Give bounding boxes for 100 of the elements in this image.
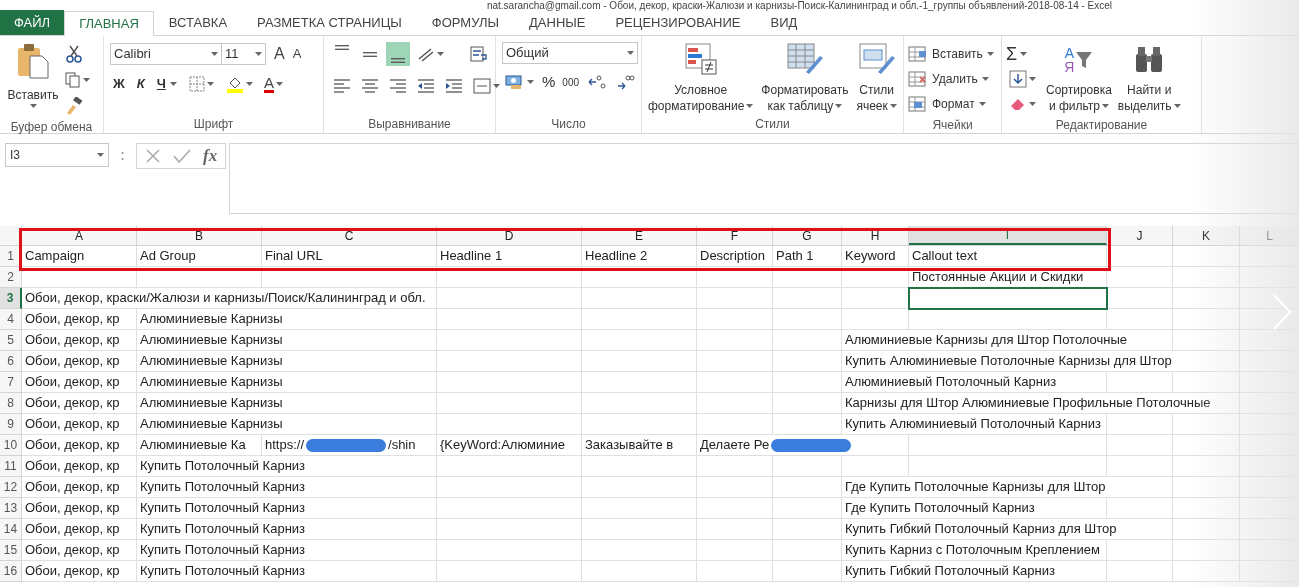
- eraser-icon: [1009, 96, 1027, 112]
- paste-button[interactable]: Вставить: [4, 42, 62, 118]
- caret-icon: [981, 77, 989, 81]
- caret-icon: [746, 104, 754, 108]
- caret-icon: [275, 82, 283, 86]
- thousands-button[interactable]: 000: [560, 74, 582, 90]
- sort-letter: Я: [1064, 60, 1075, 74]
- caret-icon: [97, 153, 104, 157]
- conditional-format-icon: [683, 42, 718, 76]
- group-label: Выравнивание: [368, 115, 451, 133]
- caret-icon: [627, 51, 634, 55]
- group-label: Буфер обмена: [10, 119, 93, 136]
- row-header[interactable]: 3: [0, 288, 22, 309]
- row-header[interactable]: 6: [0, 351, 22, 372]
- group-label: Ячейки: [932, 117, 973, 134]
- group-label: Редактирование: [1055, 117, 1148, 134]
- underline-button[interactable]: Ч: [153, 74, 180, 94]
- cells-icon: [908, 71, 928, 87]
- cell-brush-icon: [857, 42, 896, 76]
- row-header[interactable]: 13: [0, 498, 22, 519]
- column-header[interactable]: B: [137, 226, 262, 245]
- row-header[interactable]: 8: [0, 393, 22, 414]
- selected-cell[interactable]: [908, 287, 1108, 310]
- fill-button[interactable]: [1006, 67, 1039, 91]
- paint-bucket-icon: [225, 75, 244, 93]
- styles-button[interactable]: Условное форматирование: [646, 42, 756, 114]
- row-header[interactable]: 16: [0, 561, 22, 582]
- align-lines-icon: [391, 58, 405, 63]
- insert-function-button[interactable]: fx: [203, 143, 218, 169]
- caret-icon: [1029, 102, 1036, 106]
- cells-icon: [908, 96, 928, 112]
- row-header[interactable]: 11: [0, 456, 22, 477]
- window-title: nat.sarancha@gmail.com - Обои, декор, краски-Жалюзи и карнизы-Поиск-Калининград и обл.-1_группы объявлений-2018-08-14 - Excel: [485, 0, 1113, 11]
- caret-icon: [493, 84, 500, 88]
- vertical-align-button[interactable]: [386, 42, 410, 66]
- caret-icon: [211, 52, 218, 56]
- ribbon-tab[interactable]: ГЛАВНАЯ: [64, 11, 154, 36]
- bold-button[interactable]: Ж: [110, 74, 128, 94]
- row-header[interactable]: 12: [0, 477, 22, 498]
- caret-icon: [245, 82, 253, 86]
- align-lines-icon: [363, 51, 377, 57]
- column-header[interactable]: K: [1173, 226, 1240, 245]
- caret-icon: [1020, 52, 1028, 56]
- percent-button[interactable]: %: [540, 70, 558, 94]
- caret-icon: [1173, 104, 1181, 108]
- caret-icon: [986, 52, 994, 56]
- cells-icon: [908, 46, 928, 62]
- cancel-icon[interactable]: [145, 148, 161, 164]
- cells-menu-button[interactable]: Удалить: [908, 67, 994, 91]
- shrink-font-button[interactable]: A: [290, 44, 304, 64]
- caret-icon: [83, 78, 90, 82]
- caret-icon: [527, 80, 534, 84]
- column-header[interactable]: F: [697, 226, 773, 245]
- editing-button[interactable]: А Я Сортировка и фильтр: [1043, 42, 1115, 116]
- caret-icon: [1102, 104, 1109, 108]
- row-header[interactable]: 1: [0, 246, 22, 267]
- font-color-button[interactable]: A: [261, 75, 285, 93]
- ribbon-tab[interactable]: ФАЙЛ: [0, 10, 65, 35]
- caret-icon: [206, 82, 214, 86]
- clipboard-icon: [16, 42, 50, 80]
- row-header[interactable]: 14: [0, 519, 22, 540]
- column-header[interactable]: A: [22, 226, 137, 245]
- styles-button[interactable]: Стили ячеек: [854, 42, 899, 114]
- font-size-dropdown[interactable]: 11: [222, 43, 266, 65]
- fill-down-icon: [1009, 70, 1027, 88]
- angled-text-icon: [417, 45, 435, 63]
- name-box[interactable]: I3: [5, 143, 109, 167]
- row-header[interactable]: 15: [0, 540, 22, 561]
- ribbon-tab[interactable]: ВИД: [755, 10, 813, 35]
- column-header[interactable]: C: [262, 226, 437, 245]
- merge-icon: [473, 78, 491, 94]
- grow-font-button[interactable]: A: [272, 42, 287, 66]
- row-header[interactable]: 4: [0, 309, 22, 330]
- font-name-dropdown[interactable]: Calibri: [110, 43, 222, 65]
- cells-menu-button[interactable]: Вставить: [908, 42, 994, 66]
- row-header[interactable]: 2: [0, 267, 22, 288]
- autosum-button[interactable]: Σ: [1006, 42, 1039, 66]
- row-header[interactable]: 10: [0, 435, 22, 456]
- column-header[interactable]: E: [582, 226, 697, 245]
- styles-button[interactable]: Форматировать как таблицу: [759, 42, 851, 114]
- number-format-dropdown[interactable]: Общий: [502, 42, 638, 64]
- editing-button[interactable]: Найти и выделить: [1114, 42, 1184, 116]
- cells-menu-button[interactable]: Формат: [908, 92, 994, 116]
- row-header[interactable]: 9: [0, 414, 22, 435]
- row-header[interactable]: 7: [0, 372, 22, 393]
- ribbon-tab[interactable]: РЕЦЕНЗИРОВАНИЕ: [600, 10, 756, 35]
- ribbon-tab[interactable]: ДАННЫЕ: [514, 10, 601, 35]
- align-lines-icon: [335, 45, 349, 50]
- ribbon-tab[interactable]: РАЗМЕТКА СТРАНИЦЫ: [242, 10, 417, 35]
- column-header[interactable]: D: [437, 226, 582, 245]
- sort-letter: А: [1064, 46, 1075, 60]
- ribbon-tab[interactable]: ВСТАВКА: [153, 10, 243, 35]
- check-icon[interactable]: [173, 148, 191, 164]
- italic-button[interactable]: К: [133, 74, 148, 94]
- column-header[interactable]: G: [773, 226, 842, 245]
- funnel-icon: [1075, 50, 1094, 70]
- group-label: Стили: [755, 115, 790, 133]
- row-header[interactable]: 5: [0, 330, 22, 351]
- ribbon-tab[interactable]: ФОРМУЛЫ: [416, 10, 514, 35]
- column-header[interactable]: J: [1107, 226, 1173, 245]
